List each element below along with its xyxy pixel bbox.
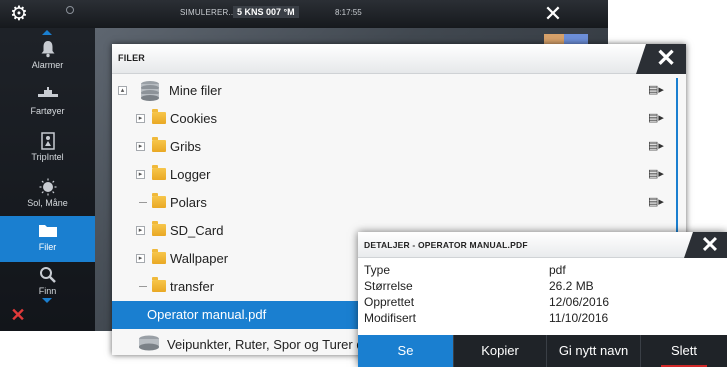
sidebar-item-label: Filer [38,242,57,252]
item-menu-icon[interactable]: ▤▸ [648,196,664,208]
delete-button-label: Slett [670,343,697,358]
gear-icon[interactable]: ⚙ [8,3,30,25]
list-item-label: Mine filer [169,83,222,98]
sidebar-item-label: TripIntel [31,152,64,162]
expand-toggle-icon[interactable]: ▸ [136,114,145,123]
list-item-label: Cookies [170,111,217,126]
sidebar-item-tripintel[interactable]: TripIntel [0,126,95,172]
folder-icon [152,221,166,236]
folder-icon [152,165,166,180]
close-icon[interactable]: ✕ [4,303,32,327]
sidebar-item-label: Sol, Måne [27,198,68,208]
detail-key: Opprettet [364,295,415,309]
folder-icon [152,137,166,152]
dialog-title: FILER [118,53,145,63]
speed-readout: 5 KNS 007 °M [233,6,299,18]
expand-toggle-icon[interactable]: ▸ [136,170,145,179]
copy-button[interactable]: Kopier [454,335,547,367]
detail-key: Type [364,263,391,277]
expand-toggle-icon[interactable]: ▸ [136,142,145,151]
database-file-icon [138,335,160,351]
database-icon [139,80,161,102]
item-menu-icon[interactable]: ▤▸ [648,84,664,96]
sun-moon-icon [36,178,60,196]
dialog-title: DETALJER - OPERATOR MANUAL.PDF [364,240,528,250]
tree-connector [139,202,147,203]
status-bar: ⚙ SIMULERER... 5 KNS 007 °M 8:17:55 ✕ [0,0,608,28]
folder-icon [152,277,166,292]
list-item-label: transfer [170,279,215,294]
folder-icon [152,249,166,264]
list-item[interactable]: ▸ Gribs ▤▸ [112,133,676,161]
list-item[interactable]: ▸ Cookies ▤▸ [112,105,676,133]
list-item-label: Operator manual.pdf [147,307,267,322]
detail-value: 26.2 MB [549,279,594,293]
close-icon: ✕ [700,232,720,257]
sidebar: Alarmer Fartøyer TripIntel Sol, Måne Fil [0,28,95,331]
detail-key: Størrelse [364,279,413,293]
item-menu-icon[interactable]: ▤▸ [648,140,664,152]
sidebar-item-filer[interactable]: Filer [0,216,95,262]
action-bar: Se Kopier Gi nytt navn Slett [358,335,727,367]
list-item[interactable]: ▸ Logger ▤▸ [112,161,676,189]
list-item-label: Gribs [170,139,202,154]
detail-key: Modifisert [364,311,417,325]
tripintel-icon [36,132,60,150]
status-indicator-icon [66,6,74,14]
tree-connector [139,286,147,287]
delete-button[interactable]: Slett [641,335,727,367]
folder-icon [36,222,60,240]
sidebar-item-label: Alarmer [31,60,64,70]
clock: 8:17:55 [335,8,362,17]
collapse-toggle-icon[interactable]: ▴ [118,86,127,95]
list-item[interactable]: Polars ▤▸ [112,189,676,217]
folder-icon [152,109,166,124]
scroll-down-icon[interactable] [42,298,52,303]
list-item[interactable]: ▴ Mine filer ▤▸ [112,77,676,105]
detail-value: pdf [549,263,566,277]
list-item-label: Logger [170,167,211,182]
folder-icon [152,193,166,208]
expand-toggle-icon[interactable]: ▸ [136,226,145,235]
list-item-label: Wallpaper [170,251,229,266]
list-item-label: SD_Card [170,223,224,238]
item-menu-icon[interactable]: ▤▸ [648,168,664,180]
detail-value: 11/10/2016 [549,311,609,325]
bell-icon [36,40,60,58]
close-button[interactable]: ✕ [684,232,727,258]
close-icon: ✕ [655,45,677,72]
close-button[interactable]: ✕ [636,44,686,74]
vessel-icon [36,86,60,104]
dialog-header: FILER ✕ [112,44,686,74]
sidebar-item-alarmer[interactable]: Alarmer [0,34,95,80]
view-button[interactable]: Se [358,335,454,367]
sidebar-item-label: Finn [38,286,57,296]
detail-value: 12/06/2016 [549,295,610,309]
dialog-header: DETALJER - OPERATOR MANUAL.PDF ✕ [358,232,727,258]
rename-button[interactable]: Gi nytt navn [547,335,641,367]
item-menu-icon[interactable]: ▤▸ [648,112,664,124]
close-icon[interactable]: ✕ [539,2,567,26]
sidebar-item-fartoyer[interactable]: Fartøyer [0,80,95,126]
list-item-label: Polars [170,195,207,210]
sidebar-item-label: Fartøyer [30,106,65,116]
simulation-status: SIMULERER... [180,8,236,17]
expand-toggle-icon[interactable]: ▸ [136,254,145,263]
details-dialog: DETALJER - OPERATOR MANUAL.PDF ✕ Type pd… [358,232,727,367]
search-icon [36,266,60,284]
sidebar-item-sol-mane[interactable]: Sol, Måne [0,172,95,218]
